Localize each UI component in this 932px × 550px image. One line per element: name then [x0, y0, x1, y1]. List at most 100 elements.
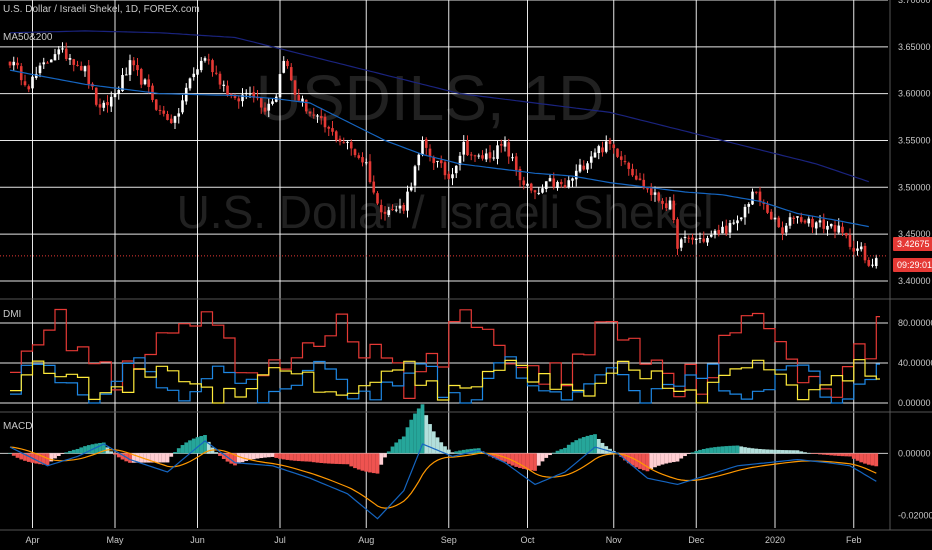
- candle-body: [79, 65, 83, 71]
- macd-histogram-bar: [203, 435, 207, 454]
- price-axis-tick-label: 3.65000: [898, 42, 931, 52]
- macd-histogram-bar: [184, 442, 189, 454]
- macd-histogram-bar: [428, 424, 432, 454]
- dmi-indicator-label[interactable]: DMI: [3, 309, 21, 320]
- time-axis-tick-label: Jul: [274, 535, 286, 545]
- candle-body: [132, 60, 136, 66]
- ma-indicator-label[interactable]: MA50&200: [3, 32, 52, 43]
- macd-histogram-bar: [859, 453, 864, 463]
- candle-body: [383, 211, 387, 214]
- macd-histogram-bar: [709, 447, 714, 454]
- macd-histogram-bar: [255, 453, 260, 459]
- candle-body: [702, 238, 706, 242]
- candle-body: [721, 226, 724, 234]
- candle-body: [237, 98, 241, 102]
- candle-body: [439, 160, 443, 164]
- candle-body: [177, 113, 181, 117]
- candle-body: [61, 48, 64, 50]
- time-axis-tick-label: Sep: [441, 535, 457, 545]
- macd-histogram-bar: [660, 453, 665, 465]
- macd-histogram-bar: [274, 453, 279, 458]
- candle-body: [278, 74, 282, 98]
- candle-body: [841, 226, 844, 233]
- candle-body: [376, 193, 379, 204]
- candle-body: [567, 180, 571, 188]
- candle-body: [466, 140, 469, 156]
- macd-histogram-bar: [173, 452, 177, 454]
- candle-body: [709, 234, 713, 237]
- price-axis-tick-label: 3.70000: [898, 0, 931, 5]
- candle-body: [604, 141, 608, 152]
- candle-body: [286, 61, 289, 67]
- macd-histogram-bar: [668, 453, 672, 463]
- macd-histogram-bar: [671, 453, 676, 463]
- candle-body: [859, 246, 863, 250]
- candle-body: [128, 60, 132, 75]
- candle-body: [23, 81, 27, 86]
- time-axis-tick-label: Oct: [520, 535, 535, 545]
- candle-body: [406, 191, 409, 211]
- candle-body: [706, 238, 709, 243]
- candle-body: [409, 186, 413, 191]
- candle-body: [814, 222, 818, 229]
- candle-body: [162, 110, 166, 114]
- macd-histogram-bar: [821, 453, 826, 455]
- candle-body: [16, 62, 19, 66]
- candle-body: [867, 260, 871, 266]
- candle-body: [664, 203, 668, 209]
- candle-body: [818, 220, 822, 223]
- macd-histogram-bar: [844, 453, 849, 457]
- candle-body: [402, 204, 406, 211]
- macd-axis-tick-label: -0.02000: [898, 511, 932, 521]
- candle-body: [271, 101, 274, 104]
- candle-body: [679, 239, 683, 248]
- candle-body: [586, 163, 589, 170]
- candle-body: [158, 109, 162, 111]
- candle-body: [87, 65, 91, 85]
- candle-body: [379, 204, 383, 213]
- macd-histogram-bar: [548, 453, 552, 456]
- macd-histogram-bar: [570, 442, 575, 454]
- candle-body: [792, 217, 796, 219]
- macd-histogram-bar: [109, 451, 114, 454]
- candle-body: [533, 190, 537, 193]
- candle-body: [387, 210, 391, 215]
- candle-body: [68, 57, 72, 60]
- candle-body: [608, 140, 612, 144]
- candle-body: [259, 97, 263, 108]
- candle-body: [657, 192, 661, 201]
- candle-body: [844, 232, 848, 236]
- macd-histogram-bar: [814, 453, 819, 454]
- macd-histogram-bar: [315, 453, 320, 463]
- macd-indicator-label[interactable]: MACD: [3, 421, 32, 432]
- macd-histogram-bar: [409, 419, 414, 454]
- candle-body: [368, 161, 372, 183]
- macd-histogram-bar: [349, 453, 354, 467]
- macd-histogram-bar: [863, 453, 867, 464]
- macd-histogram-bar: [675, 453, 680, 462]
- candle-body: [31, 76, 34, 89]
- macd-histogram-bar: [169, 453, 174, 457]
- macd-histogram-bar: [566, 444, 571, 454]
- macd-histogram-bar: [270, 453, 275, 457]
- candle-body: [428, 148, 432, 157]
- candle-body: [822, 219, 826, 229]
- macd-histogram-bar: [731, 445, 736, 454]
- last-price-tag: 3.42675: [893, 237, 932, 251]
- macd-histogram-bar: [641, 453, 646, 471]
- candle-body: [98, 104, 102, 108]
- candle-body: [136, 65, 139, 71]
- macd-histogram-bar: [424, 415, 429, 454]
- macd-histogram-bar: [769, 449, 774, 454]
- macd-histogram-bar: [761, 449, 766, 454]
- macd-histogram-bar: [154, 453, 159, 463]
- candle-body: [323, 116, 327, 128]
- candle-body: [421, 140, 424, 155]
- candle-body: [454, 165, 458, 174]
- macd-histogram-bar: [810, 453, 815, 454]
- candle-body: [563, 185, 567, 188]
- candle-body: [871, 264, 874, 266]
- chart-canvas[interactable]: 3.400003.450003.500003.550003.600003.650…: [0, 0, 932, 550]
- candle-body: [117, 90, 121, 94]
- candle-body: [473, 155, 477, 157]
